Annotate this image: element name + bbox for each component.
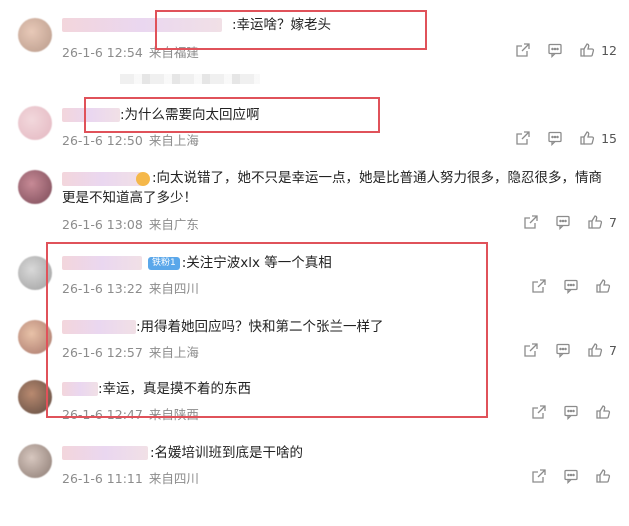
comment-actions	[531, 468, 617, 484]
share-icon[interactable]	[515, 130, 531, 146]
avatar[interactable]	[18, 18, 52, 52]
comment-actions: 7	[523, 342, 617, 358]
thumbs-up-icon	[579, 42, 595, 58]
comment-actions: 12	[515, 42, 617, 58]
comment-actions: 7	[523, 214, 617, 230]
share-icon[interactable]	[531, 404, 547, 420]
like-button[interactable]	[595, 278, 617, 294]
like-button[interactable]	[595, 404, 617, 420]
comment-icon[interactable]	[563, 278, 579, 294]
like-button[interactable]: 12	[579, 42, 617, 58]
comment-location: 来自上海	[148, 133, 199, 148]
like-button[interactable]: 7	[587, 342, 617, 358]
like-count: 12	[601, 42, 617, 58]
comment-text: :名媛培训班到底是干啥的	[150, 445, 304, 461]
comment-date: 26-1-6 12:50	[62, 133, 143, 148]
comment-item: :名媛培训班到底是干啥的 26-1-6 11:11 来自四川	[0, 440, 629, 500]
comment-actions: 15	[515, 130, 617, 146]
comment-location: 来自四川	[148, 471, 199, 486]
comment-date: 26-1-6 13:08	[62, 217, 143, 232]
comment-meta: 26-1-6 13:08 来自广东	[62, 214, 199, 233]
highlight-box	[84, 97, 380, 133]
comment-icon[interactable]	[547, 130, 563, 146]
like-count: 7	[609, 342, 617, 358]
comment-actions	[531, 278, 617, 294]
share-icon[interactable]	[531, 278, 547, 294]
like-count: 15	[601, 130, 617, 146]
share-icon[interactable]	[523, 342, 539, 358]
avatar[interactable]	[18, 170, 52, 204]
comment-date: 26-1-6 12:54	[62, 45, 143, 60]
comment-icon[interactable]	[555, 342, 571, 358]
thumbs-up-icon	[587, 342, 603, 358]
thumbs-up-icon	[579, 130, 595, 146]
thumbs-up-icon	[595, 404, 611, 420]
comment-icon[interactable]	[563, 468, 579, 484]
highlight-box	[46, 242, 488, 418]
thumbs-up-icon	[595, 278, 611, 294]
share-icon[interactable]	[523, 214, 539, 230]
comment-item: :向太说错了，她不只是幸运一点，她是比普通人努力很多，隐忍很多，情商更是不知道高…	[0, 164, 629, 234]
comment-date: 26-1-6 11:11	[62, 471, 143, 486]
share-icon[interactable]	[531, 468, 547, 484]
comment-text: :向太说错了，她不只是幸运一点，她是比普通人努力很多，隐忍很多，情商更是不知道高…	[62, 170, 603, 206]
thumbs-up-icon	[595, 468, 611, 484]
comment-meta: 26-1-6 11:11 来自四川	[62, 468, 199, 487]
avatar[interactable]	[18, 444, 52, 478]
comment-icon[interactable]	[547, 42, 563, 58]
comment-location: 来自广东	[148, 217, 199, 232]
thumbs-up-icon	[587, 214, 603, 230]
highlight-box	[155, 10, 427, 50]
like-button[interactable]: 15	[579, 130, 617, 146]
like-count: 7	[609, 214, 617, 230]
like-button[interactable]	[595, 468, 617, 484]
comment-icon[interactable]	[563, 404, 579, 420]
comment-actions	[531, 404, 617, 420]
username-blurred[interactable]	[62, 446, 148, 460]
comment-icon[interactable]	[555, 214, 571, 230]
avatar[interactable]	[18, 106, 52, 140]
share-icon[interactable]	[515, 42, 531, 58]
like-button[interactable]: 7	[587, 214, 617, 230]
blurred-reply-strip	[120, 74, 260, 84]
